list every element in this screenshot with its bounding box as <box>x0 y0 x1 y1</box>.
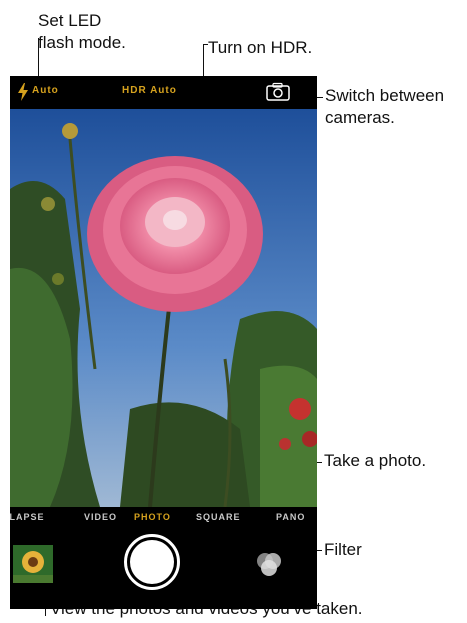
hdr-leader-tick <box>203 44 208 45</box>
camera-viewfinder[interactable] <box>10 109 317 507</box>
mode-selector[interactable]: TIME-LAPSE VIDEO PHOTO SQUARE PANO <box>10 507 317 527</box>
thumbnail-image <box>13 545 53 583</box>
mode-pano[interactable]: PANO <box>276 512 305 522</box>
viewfinder-scene <box>10 109 317 507</box>
mode-photo[interactable]: PHOTO <box>134 512 171 522</box>
camera-switch-icon <box>266 82 290 101</box>
hdr-button[interactable]: HDR Auto <box>118 80 198 106</box>
flash-button[interactable]: Auto <box>18 80 66 106</box>
shutter-button-inner <box>130 540 174 584</box>
switch-callout-line2: cameras. <box>325 108 395 127</box>
flash-mode-label: Auto <box>32 85 59 96</box>
hdr-callout: Turn on HDR. <box>208 38 313 57</box>
photo-thumbnail[interactable] <box>13 545 53 583</box>
flash-callout: Set LED flash mode. <box>38 10 126 54</box>
mode-video[interactable]: VIDEO <box>84 512 117 522</box>
filter-callout: Filter <box>324 540 362 559</box>
filter-circles-icon <box>257 553 281 576</box>
mode-square[interactable]: SQUARE <box>196 512 241 522</box>
shutter-button[interactable] <box>124 534 180 590</box>
flash-callout-line1: Set LED <box>38 11 102 30</box>
switch-callout-line1: Switch between <box>325 86 445 105</box>
hdr-label: HDR Auto <box>122 85 177 96</box>
lightning-icon <box>18 83 28 101</box>
camera-top-bar: Auto HDR Auto <box>10 76 317 109</box>
camera-bottom-bar: TIME-LAPSE VIDEO PHOTO SQUARE PANO <box>10 507 317 609</box>
camera-screen: Auto HDR Auto LAPSE VIDEO PHOTO SQUARE P… <box>10 76 317 609</box>
take-photo-callout: Take a photo. <box>324 451 427 470</box>
switch-camera-callout: Switch between cameras. <box>325 85 444 129</box>
filter-button[interactable] <box>254 550 284 580</box>
flash-callout-line2: flash mode. <box>38 33 126 52</box>
mode-time-lapse[interactable]: TIME-LAPSE <box>10 512 45 522</box>
switch-camera-button[interactable] <box>265 82 291 102</box>
